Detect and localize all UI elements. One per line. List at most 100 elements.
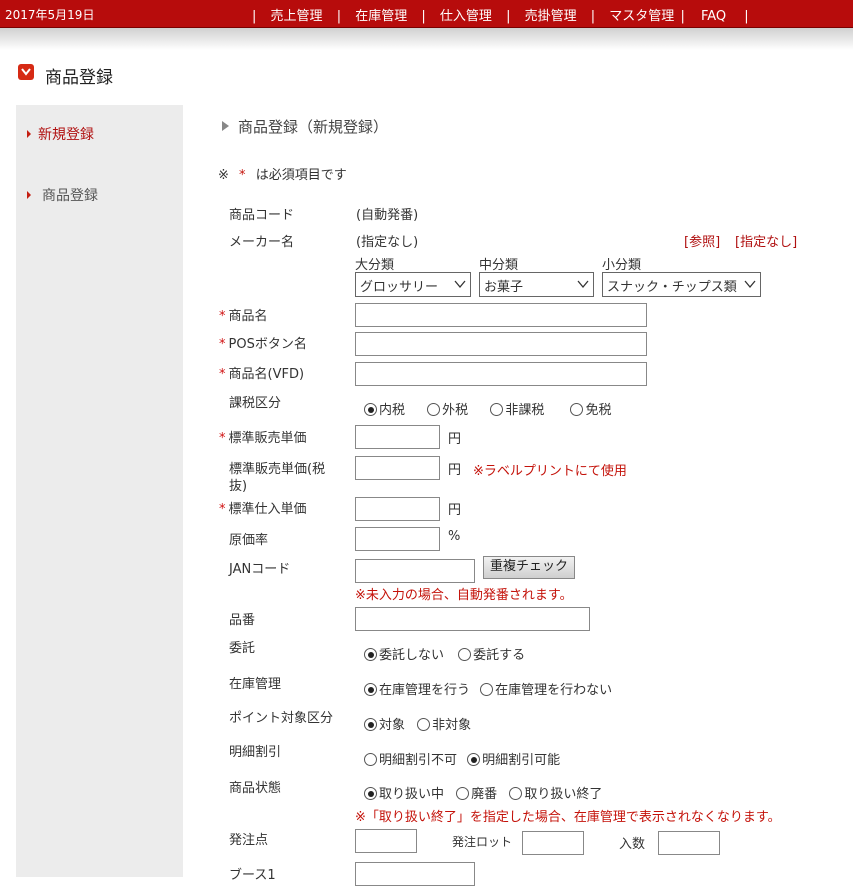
status-radio-ended[interactable]: 取り扱い終了 [509,783,602,802]
required-asterisk: * [219,337,226,352]
nav-separator: | [506,9,511,24]
cost-rate-input[interactable] [355,527,440,551]
status-label: 商品状態 [229,781,282,796]
stock-mgmt-radio-no[interactable]: 在庫管理を行わない [480,679,612,698]
maker-reference-link[interactable]: [参照] [684,231,720,250]
tax-radio-exclusive[interactable]: 外税 [427,399,468,418]
required-asterisk: * [219,309,226,324]
tax-radio-inclusive[interactable]: 内税 [364,399,405,418]
nav-purchasing[interactable]: 仕入管理 [440,5,492,24]
duplicate-check-button[interactable]: 重複チェック [483,556,575,579]
order-lot-input[interactable] [522,831,584,855]
radio-circle [570,403,584,416]
discount-radio-not-allowed[interactable]: 明細割引不可 [364,749,457,768]
std-cost-input[interactable] [355,497,440,521]
tax-radio-exempt[interactable]: 免税 [570,399,611,418]
note-prefix: ※ [218,168,229,183]
std-price-input[interactable] [355,425,440,449]
std-price-excl-unit: 円 [448,463,462,478]
large-category-select[interactable]: グロッサリー [355,272,471,297]
std-price-label-text: 標準販売単価 [228,431,307,446]
itemized-discount-group: 明細割引不可 明細割引可能 [364,749,560,768]
radio-circle [364,403,377,416]
quantity-label: 入数 [619,837,646,852]
nav-sales[interactable]: 売上管理 [271,5,323,24]
vfd-name-input[interactable] [355,362,647,386]
maker-none-link[interactable]: [指定なし] [735,231,797,250]
arrow-right-icon [222,121,229,131]
reorder-point-input[interactable] [355,829,417,853]
points-radio-no[interactable]: 非対象 [417,714,471,733]
sidebar-item-product[interactable]: 商品登録 [27,185,98,205]
required-asterisk: * [219,367,226,382]
product-name-input[interactable] [355,303,647,327]
radio-label: 明細割引可能 [482,753,561,768]
status-radio-discontinued[interactable]: 廃番 [456,783,497,802]
std-price-excl-input[interactable] [355,456,440,480]
radio-circle [490,403,504,416]
tax-radio-nontaxable[interactable]: 非課税 [490,399,544,418]
header-shadow [0,28,853,50]
chevron-down-icon [577,280,589,289]
current-date: 2017年5月19日 [5,8,95,22]
item-no-input[interactable] [355,607,590,631]
sidebar-item-new[interactable]: 新規登録 [27,124,94,144]
status-group: 取り扱い中 廃番 取り扱い終了 [364,783,602,802]
radio-circle [364,753,377,766]
radio-label: 内税 [379,403,406,418]
radio-label: 委託する [473,648,526,663]
sidebar-item-label: 新規登録 [38,127,94,143]
radio-label: 在庫管理を行わない [495,683,613,698]
pos-button-name-input[interactable] [355,332,647,356]
jan-input[interactable] [355,559,475,583]
radio-label: 対象 [379,718,406,733]
quantity-input[interactable] [658,831,720,855]
small-category-value: スナック・チップス類 [607,280,737,295]
radio-circle [364,718,377,731]
large-category-value: グロッサリー [360,280,439,295]
nav-faq[interactable]: FAQ [701,9,726,24]
product-code-label: 商品コード [229,208,295,223]
consign-label: 委託 [229,641,256,656]
sidebar-item-label: 商品登録 [42,188,98,204]
status-radio-active[interactable]: 取り扱い中 [364,783,444,802]
discount-radio-allowed[interactable]: 明細割引可能 [467,749,560,768]
radio-circle [427,403,441,416]
reorder-point-label: 発注点 [229,833,269,848]
small-category-select[interactable]: スナック・チップス類 [602,272,761,297]
arrow-right-icon [27,191,31,199]
tax-type-group: 内税 外税 非課税 免税 [364,399,611,418]
radio-circle [467,753,481,766]
stock-mgmt-label: 在庫管理 [229,677,282,692]
medium-category-select[interactable]: お菓子 [479,272,594,297]
nav-separator: | [744,9,749,24]
booth1-input[interactable] [355,862,475,886]
radio-label: 非課税 [505,403,545,418]
std-price-unit: 円 [448,432,462,447]
nav-inventory[interactable]: 在庫管理 [355,5,407,24]
consign-radio-yes[interactable]: 委託する [458,644,525,663]
pos-button-name-label-text: POSボタン名 [228,337,307,352]
std-price-excl-label-2: 抜) [229,479,248,494]
vfd-name-label-text: 商品名(VFD) [228,367,305,382]
radio-circle [480,683,494,696]
chevron-down-icon [18,64,34,80]
radio-label: 外税 [442,403,469,418]
std-price-label: * 標準販売単価 [219,427,307,446]
std-cost-label-text: 標準仕入単価 [228,502,307,517]
booth1-label: ブース1 [229,868,276,883]
nav-receivables[interactable]: 売掛管理 [525,5,577,24]
stock-mgmt-radio-yes[interactable]: 在庫管理を行う [364,679,470,698]
radio-label: 取り扱い中 [379,787,445,802]
radio-circle [509,787,523,800]
section-title: 商品登録（新規登録） [222,116,388,137]
nav-separator: | [421,9,426,24]
page-title: 商品登録 [45,68,113,88]
radio-circle [458,648,472,661]
consign-radio-no[interactable]: 委託しない [364,644,444,663]
points-radio-yes[interactable]: 対象 [364,714,405,733]
jan-label: JANコード [229,562,291,577]
sidebar: 新規登録 商品登録 [16,105,183,877]
nav-master[interactable]: マスタ管理 [609,5,674,24]
radio-circle [364,787,377,800]
